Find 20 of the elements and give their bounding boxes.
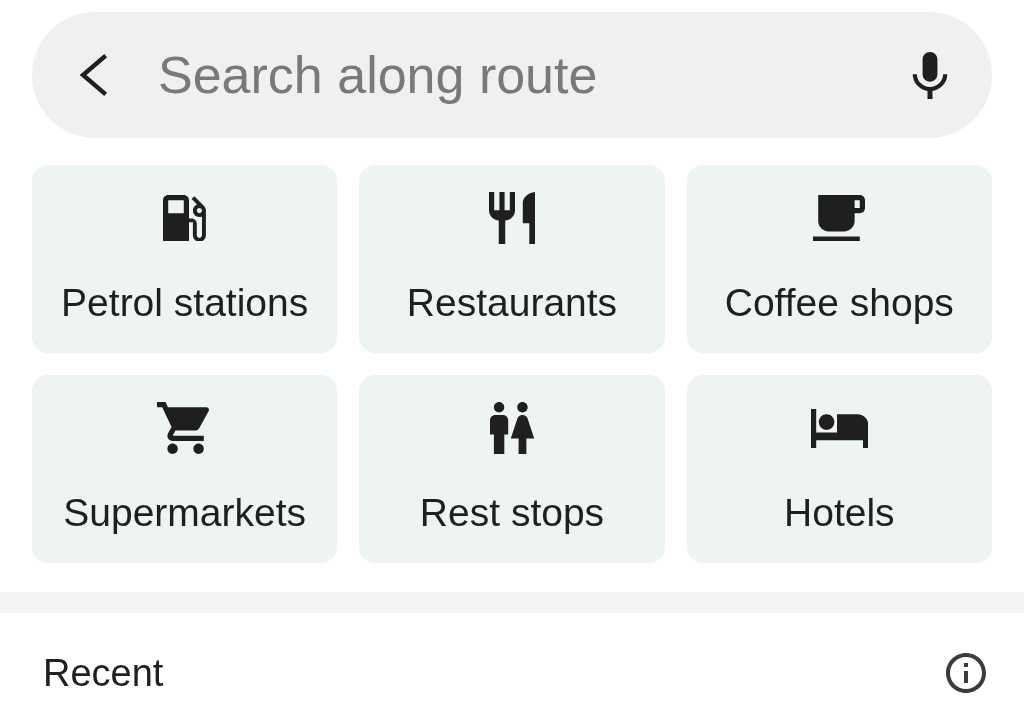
coffee-cup-icon — [813, 194, 866, 242]
category-button[interactable]: Coffee shops — [686, 165, 992, 353]
microphone-icon — [912, 52, 948, 99]
category-button[interactable]: Hotels — [686, 375, 992, 563]
fuel-pump-icon — [163, 194, 207, 242]
shopping-cart-icon — [157, 402, 212, 454]
bed-icon — [810, 408, 868, 448]
info-button[interactable] — [946, 653, 986, 693]
back-button[interactable] — [78, 53, 108, 97]
search-field[interactable]: Search along route — [32, 12, 992, 138]
voice-search-button[interactable] — [912, 52, 948, 99]
category-button[interactable]: Restaurants — [359, 165, 665, 353]
section-heading: Recent — [43, 651, 164, 695]
category-button[interactable]: Petrol stations — [32, 165, 338, 353]
category-button[interactable]: Rest stops — [359, 375, 665, 563]
man-woman-icon — [489, 402, 535, 454]
chevron-left-icon — [78, 53, 108, 97]
info-icon — [946, 653, 986, 693]
fork-knife-icon — [488, 192, 536, 244]
category-button[interactable]: Supermarkets — [32, 375, 338, 563]
